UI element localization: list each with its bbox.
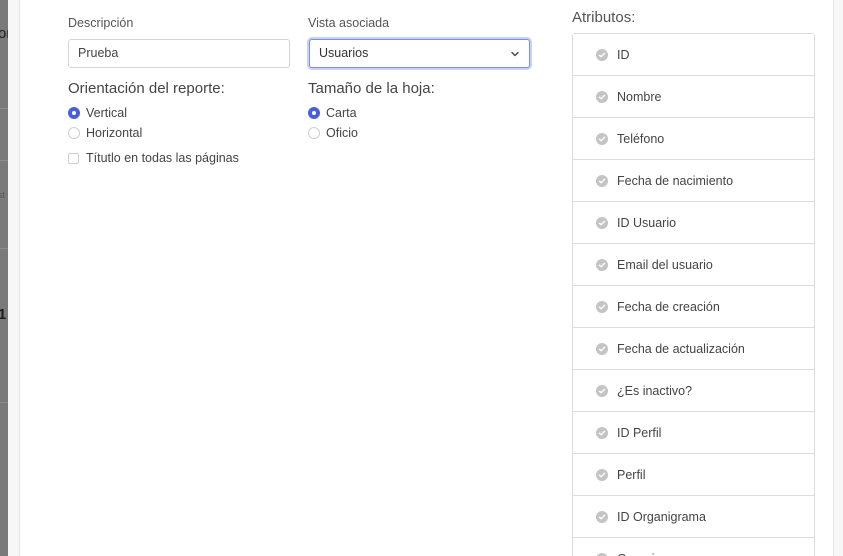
- list-item-label: ID: [617, 47, 630, 62]
- check-circle-icon: [596, 216, 608, 229]
- list-item[interactable]: Teléfono: [573, 118, 814, 160]
- list-item-label: ID Organigrama: [617, 509, 706, 524]
- check-circle-icon: [596, 132, 608, 145]
- check-circle-icon: [596, 552, 608, 556]
- list-item-label: Fecha de actualización: [617, 341, 745, 356]
- list-item-label: Email del usuario: [617, 257, 713, 272]
- tamano-title: Tamaño de la hoja:: [308, 80, 435, 97]
- list-item[interactable]: Fecha de creación: [573, 286, 814, 328]
- check-circle-icon: [596, 384, 608, 397]
- list-item[interactable]: Nombre: [573, 76, 814, 118]
- check-circle-icon: [596, 90, 608, 103]
- list-item-label: Teléfono: [617, 131, 665, 146]
- list-item[interactable]: Organigrama: [573, 538, 814, 556]
- list-item-label: Perfil: [617, 467, 646, 482]
- check-circle-icon: [596, 468, 608, 481]
- list-item[interactable]: ID: [573, 34, 814, 76]
- backdrop-text: st: [0, 190, 6, 200]
- list-item-label: Fecha de nacimiento: [617, 173, 734, 188]
- list-item-label: Organigrama: [617, 552, 690, 556]
- check-circle-icon: [596, 342, 608, 355]
- list-item[interactable]: ID Usuario: [573, 202, 814, 244]
- list-item[interactable]: Fecha de actualización: [573, 328, 814, 370]
- orientacion-title: Orientación del reporte:: [68, 80, 225, 97]
- backdrop-text: 1: [0, 306, 7, 323]
- report-modal: Descripción Prueba Vista asociada Usuari…: [8, 0, 843, 556]
- check-circle-icon: [596, 48, 608, 61]
- list-item-label: ID Perfil: [617, 425, 662, 440]
- checkbox-label: Títutlo en todas las páginas: [86, 151, 239, 165]
- list-item[interactable]: ¿Es inactivo?: [573, 370, 814, 412]
- radio-indicator[interactable]: [68, 107, 80, 119]
- check-circle-icon: [596, 426, 608, 439]
- radio-label: Horizontal: [86, 126, 143, 140]
- check-circle-icon: [596, 174, 608, 187]
- radio-label: Vertical: [86, 106, 127, 120]
- list-item[interactable]: Perfil: [573, 454, 814, 496]
- radio-label: Oficio: [326, 126, 358, 140]
- radio-oficio[interactable]: Oficio: [308, 124, 358, 142]
- radio-vertical[interactable]: Vertical: [68, 104, 127, 122]
- chevron-down-icon: [511, 51, 519, 57]
- list-item-label: ID Usuario: [617, 215, 677, 230]
- radio-label: Carta: [326, 106, 357, 120]
- list-item[interactable]: Fecha de nacimiento: [573, 160, 814, 202]
- radio-indicator[interactable]: [68, 127, 80, 139]
- vista-label: Vista asociada: [308, 16, 390, 30]
- radio-indicator[interactable]: [308, 127, 320, 139]
- check-circle-icon: [596, 300, 608, 313]
- titulo-checkbox[interactable]: Títutlo en todas las páginas: [68, 149, 239, 167]
- list-item-label: ¿Es inactivo?: [617, 383, 693, 398]
- vista-select[interactable]: Usuarios: [309, 39, 530, 68]
- vista-select-value: Usuarios: [319, 46, 369, 60]
- radio-horizontal[interactable]: Horizontal: [68, 124, 142, 142]
- modal-body: Descripción Prueba Vista asociada Usuari…: [19, 0, 834, 556]
- check-circle-icon: [596, 258, 608, 271]
- list-item[interactable]: ID Perfil: [573, 412, 814, 454]
- radio-carta[interactable]: Carta: [308, 104, 357, 122]
- radio-indicator[interactable]: [308, 107, 320, 119]
- list-item-label: Fecha de creación: [617, 299, 720, 314]
- backdrop-page: or st 1: [0, 0, 11, 556]
- list-item[interactable]: Email del usuario: [573, 244, 814, 286]
- checkbox-indicator[interactable]: [68, 152, 79, 164]
- atributos-list: ID Nombre Teléfono Fecha de nacimiento ID Us…: [572, 33, 815, 556]
- list-item-label: Nombre: [617, 89, 662, 104]
- check-circle-icon: [596, 510, 608, 523]
- atributos-title: Atributos:: [572, 9, 636, 26]
- descripcion-label: Descripción: [68, 16, 134, 30]
- list-item[interactable]: ID Organigrama: [573, 496, 814, 538]
- descripcion-input[interactable]: Prueba: [68, 39, 290, 68]
